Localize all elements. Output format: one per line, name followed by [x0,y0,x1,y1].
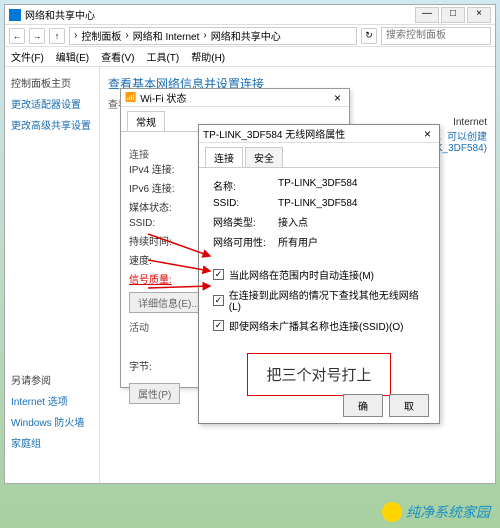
check-icon: ✓ [213,295,224,306]
nav-toolbar: ← → ↑ › 控制面板 › 网络和 Internet › 网络和共享中心 ↻ [5,25,495,47]
breadcrumb-network-internet[interactable]: 网络和 Internet [133,28,200,43]
ssid-label-p: SSID: [213,198,278,209]
forward-button[interactable]: → [29,28,45,44]
checkbox-auto-connect[interactable]: ✓ 当此网络在范围内时自动连接(M) [213,267,425,282]
properties-button[interactable]: 属性(P) [129,383,180,404]
cancel-button[interactable]: 取 [389,394,429,417]
search-input[interactable] [381,27,491,45]
sidebar-homegroup[interactable]: 家庭组 [11,435,93,450]
see-also-heading: 另请参阅 [11,372,93,387]
tab-security[interactable]: 安全 [245,147,283,167]
tab-connection[interactable]: 连接 [205,147,243,167]
watermark-icon [382,502,402,522]
chk2-label: 在连接到此网络的情况下查找其他无线网络(L) [229,287,425,313]
menu-edit[interactable]: 编辑(E) [56,49,89,64]
avail-label: 网络可用性: [213,234,278,249]
details-button[interactable]: 详细信息(E)... [129,292,209,313]
tab-general[interactable]: 常规 [127,111,165,131]
maximize-button[interactable]: □ [441,7,465,23]
menu-file[interactable]: 文件(F) [11,49,44,64]
close-button[interactable]: × [467,7,491,23]
breadcrumb[interactable]: › 控制面板 › 网络和 Internet › 网络和共享中心 [69,27,357,45]
sidebar-advanced-sharing[interactable]: 更改高级共享设置 [11,117,93,132]
checkbox-find-other-networks[interactable]: ✓ 在连接到此网络的情况下查找其他无线网络(L) [213,287,425,313]
breadcrumb-control-panel[interactable]: 控制面板 [81,28,121,43]
up-button[interactable]: ↑ [49,28,65,44]
back-button[interactable]: ← [9,28,25,44]
wireless-properties-dialog: TP-LINK_3DF584 无线网络属性 × 连接 安全 名称:TP-LINK… [198,124,440,424]
check-icon: ✓ [213,320,224,331]
ipv4-label: IPv4 连接: [129,161,194,176]
chk3-label: 即使网络未广播其名称也连接(SSID)(O) [229,318,403,333]
window-controls: — □ × [415,7,491,23]
props-titlebar: TP-LINK_3DF584 无线网络属性 × [199,125,439,143]
props-body: 名称:TP-LINK_3DF584 SSID:TP-LINK_3DF584 网络… [199,168,439,406]
props-footer: 确 取 [343,394,429,417]
ssid-value: TP-LINK_3DF584 [278,198,357,209]
status-close-button[interactable]: × [330,91,345,105]
props-close-button[interactable]: × [420,127,435,141]
watermark: 纯净系统家园 [382,502,490,522]
menubar: 文件(F) 编辑(E) 查看(V) 工具(T) 帮助(H) [5,47,495,67]
annotation-callout: 把三个对号打上 [247,353,390,396]
chevron-right-icon: › [203,30,206,41]
refresh-button[interactable]: ↻ [361,28,377,44]
checkbox-connect-hidden-ssid[interactable]: ✓ 即使网络未广播其名称也连接(SSID)(O) [213,318,425,333]
name-value: TP-LINK_3DF584 [278,178,357,193]
status-titlebar: 📶 Wi-Fi 状态 × [121,89,349,107]
chevron-right-icon: › [74,30,77,41]
name-label: 名称: [213,178,278,193]
breadcrumb-network-center[interactable]: 网络和共享中心 [211,28,281,43]
sidebar-windows-firewall[interactable]: Windows 防火墙 [11,414,93,429]
media-label: 媒体状态: [129,199,194,214]
sidebar: 控制面板主页 更改适配器设置 更改高级共享设置 另请参阅 Internet 选项… [5,67,100,483]
can-create-link[interactable]: ，可以创建 [437,132,487,143]
internet-label: Internet [453,117,487,128]
minimize-button[interactable]: — [415,7,439,23]
sidebar-internet-options[interactable]: Internet 选项 [11,393,93,408]
speed-label: 速度: [129,252,194,267]
ipv6-label: IPv6 连接: [129,180,194,195]
chevron-right-icon: › [125,30,128,41]
menu-view[interactable]: 查看(V) [101,49,134,64]
titlebar: 网络和共享中心 — □ × [5,5,495,25]
ssid-label: SSID: [129,218,194,229]
wifi-icon: 📶 [125,92,136,103]
menu-tools[interactable]: 工具(T) [146,49,179,64]
avail-value: 所有用户 [278,234,318,249]
sidebar-home[interactable]: 控制面板主页 [11,75,93,90]
props-title-text: TP-LINK_3DF584 无线网络属性 [203,126,345,141]
check-icon: ✓ [213,269,224,280]
duration-label: 持续时间: [129,233,194,248]
watermark-text: 纯净系统家园 [406,502,490,522]
ok-button[interactable]: 确 [343,394,383,417]
menu-help[interactable]: 帮助(H) [191,49,225,64]
bytes-label: 字节: [129,358,194,373]
chk1-label: 当此网络在范围内时自动连接(M) [229,267,374,282]
nettype-label: 网络类型: [213,214,278,229]
window-title: 网络和共享中心 [25,7,415,22]
app-icon [9,9,21,21]
status-title-text: Wi-Fi 状态 [140,90,186,105]
sidebar-adapter-settings[interactable]: 更改适配器设置 [11,96,93,111]
props-tabbar: 连接 安全 [199,143,439,168]
nettype-value: 接入点 [278,214,308,229]
